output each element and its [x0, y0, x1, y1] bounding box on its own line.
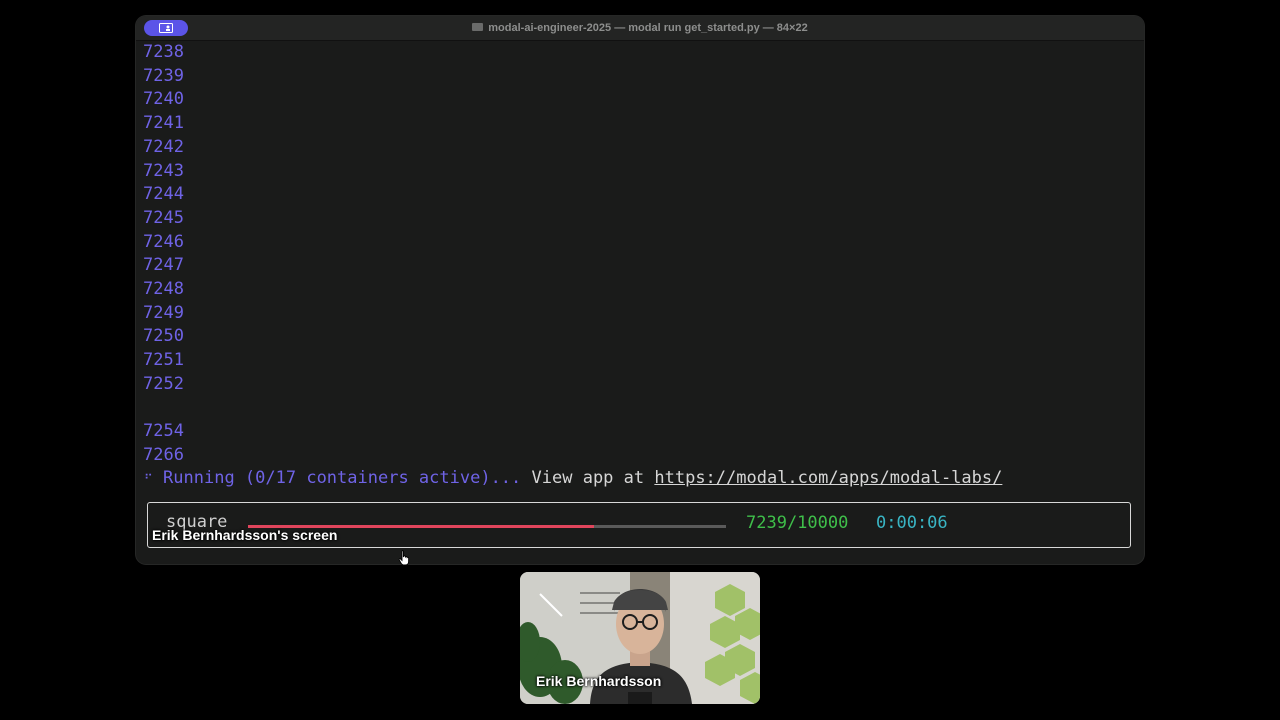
- hand-cursor-icon: [398, 550, 410, 566]
- output-line: 7242: [143, 136, 184, 157]
- progress-count: 7239/10000: [746, 513, 849, 533]
- output-line: 7246: [143, 231, 184, 252]
- title-bar[interactable]: modal-ai-engineer-2025 — modal run get_s…: [136, 16, 1144, 41]
- output-line: 7247: [143, 255, 184, 276]
- participant-name: Erik Bernhardsson: [536, 673, 662, 689]
- output-line: 7244: [143, 184, 184, 205]
- output-line: 7250: [143, 326, 184, 347]
- terminal-output: 7238 7239 7240 7241 7242 7243 7244 7245 7246 7247…: [143, 40, 1133, 470]
- participant-video-tile[interactable]: Erik Bernhardsson: [520, 572, 760, 704]
- app-url-link[interactable]: https://modal.com/apps/modal-labs/: [654, 468, 1002, 488]
- output-line: 7245: [143, 207, 184, 228]
- output-line: 7240: [143, 89, 184, 110]
- terminal-window: modal-ai-engineer-2025 — modal run get_s…: [136, 16, 1144, 564]
- status-line: ⠋ Running (0/17 containers active)... Vi…: [144, 466, 1002, 490]
- output-line: 7266: [143, 444, 184, 465]
- output-line: 7248: [143, 279, 184, 299]
- window-title-container: modal-ai-engineer-2025 — modal run get_s…: [136, 16, 1144, 40]
- folder-icon: [472, 23, 484, 31]
- output-line: 7251: [143, 350, 184, 371]
- progress-elapsed: 0:00:06: [876, 513, 948, 533]
- view-app-prefix: View app at: [531, 468, 645, 488]
- window-title: modal-ai-engineer-2025 — modal run get_s…: [488, 22, 808, 34]
- output-line: 7252: [143, 373, 184, 394]
- output-line: 7238: [143, 42, 184, 62]
- output-line: 7241: [143, 113, 184, 134]
- output-line: 7239: [143, 65, 184, 86]
- output-line: 7243: [143, 160, 184, 181]
- screen-owner-label: Erik Bernhardsson's screen: [152, 527, 338, 543]
- running-status: Running (0/17 containers active)...: [163, 468, 522, 488]
- output-line: 7249: [143, 302, 184, 323]
- output-line: 7254: [143, 421, 184, 442]
- spinner-icon: ⠋: [144, 472, 153, 486]
